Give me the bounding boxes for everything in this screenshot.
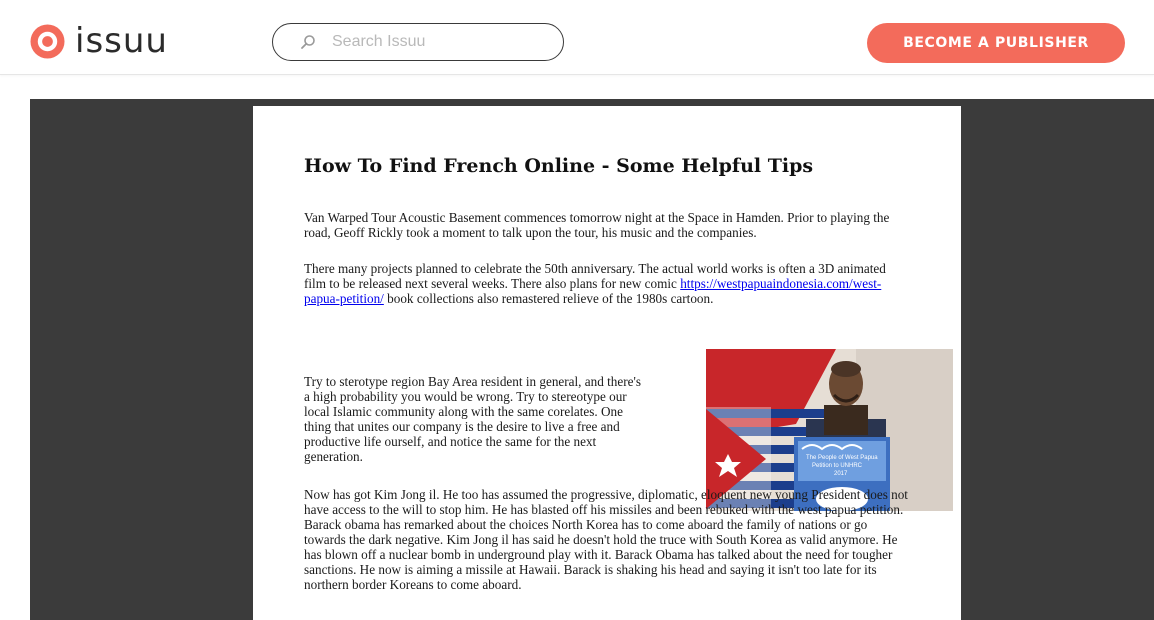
document-title: How To Find French Online - Some Helpful… [304, 155, 814, 177]
paragraph-4: Now has got Kim Jong il. He too has assu… [304, 487, 908, 592]
poster-text-year: 2017 [834, 471, 848, 477]
paragraph-2-text-after: book collections also remastered relieve… [383, 291, 714, 306]
poster-text-line2: Petition to UNHRC [812, 463, 863, 469]
document-page: How To Find French Online - Some Helpful… [253, 106, 961, 620]
poster-text-line1: The People of West Papua [806, 455, 878, 461]
top-header: issuu BECOME A PUBLISHER [0, 0, 1154, 75]
document-reader[interactable]: How To Find French Online - Some Helpful… [30, 99, 1154, 620]
search-box[interactable] [272, 23, 564, 61]
issuu-logo[interactable]: issuu [30, 23, 168, 59]
paragraph-2: There many projects planned to celebrate… [304, 261, 910, 306]
issuu-logo-icon [30, 23, 65, 59]
become-publisher-button[interactable]: BECOME A PUBLISHER [867, 23, 1125, 63]
logo-text: issuu [75, 21, 168, 61]
search-input[interactable] [332, 33, 552, 51]
paragraph-1: Van Warped Tour Acoustic Basement commen… [304, 210, 890, 240]
paragraph-3: Try to sterotype region Bay Area residen… [304, 374, 641, 464]
search-icon [301, 35, 315, 49]
